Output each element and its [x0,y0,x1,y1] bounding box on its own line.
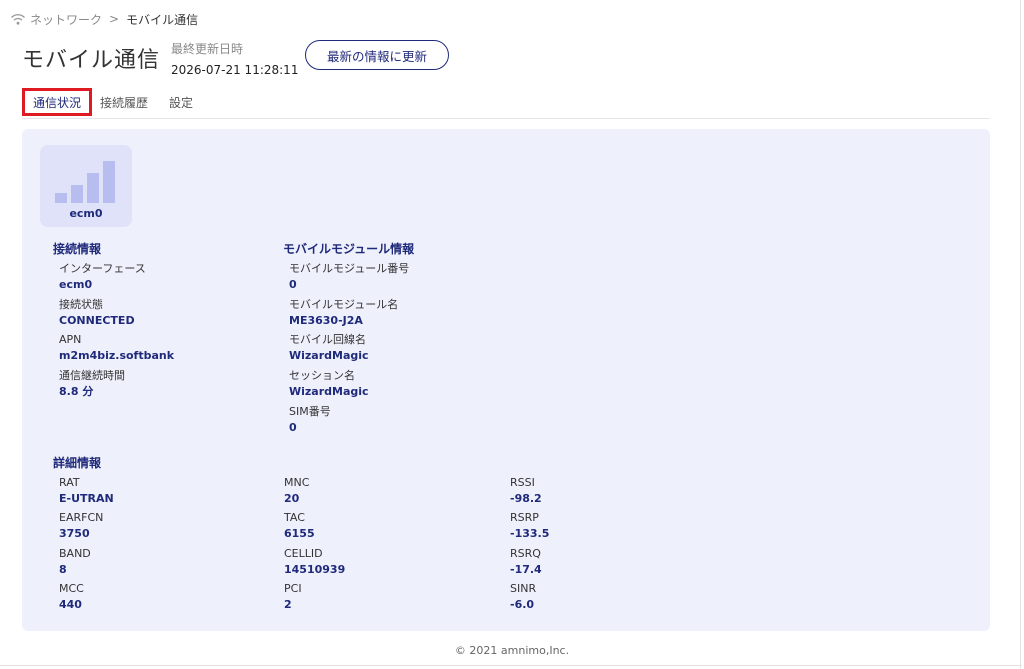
field-value: 0 [289,421,297,434]
breadcrumb-current: モバイル通信 [126,12,199,27]
field-module-name: モバイルモジュール名 ME3630-J2A [289,297,499,328]
field-connection-state: 接続状態 CONNECTED [59,297,269,328]
breadcrumb: ネットワーク > モバイル通信 [10,10,198,28]
field-value: 8 [59,563,67,576]
field-value: 3750 [59,527,90,540]
field-line-name: モバイル回線名 WizardMagic [289,332,499,363]
field-label: TAC [284,511,305,524]
last-updated-label: 最終更新日時 [171,42,244,56]
field-earfcn: EARFCN 3750 [59,510,269,541]
field-label: RSRP [510,511,539,524]
field-value: 0 [289,278,297,291]
field-label: RAT [59,476,80,489]
field-label: モバイルモジュール番号 [289,262,410,275]
field-label: BAND [59,547,91,560]
field-label: RSRQ [510,547,541,560]
field-sinr: SINR -6.0 [510,581,720,612]
breadcrumb-separator: > [109,12,120,26]
field-value: m2m4biz.softbank [59,349,175,362]
field-label: EARFCN [59,511,104,524]
field-sim-number: SIM番号 0 [289,404,499,435]
field-apn: APN m2m4biz.softbank [59,332,269,363]
field-value: E-UTRAN [59,492,114,505]
field-value: -6.0 [510,598,535,611]
tab-settings[interactable]: 設定 [164,88,198,116]
module-info-title: モバイルモジュール情報 [283,242,415,256]
field-pci: PCI 2 [284,581,494,612]
tab-history[interactable]: 接続履歴 [96,88,152,116]
field-label: セッション名 [289,369,355,382]
window-edge-right [1020,0,1021,669]
refresh-button[interactable]: 最新の情報に更新 [305,40,449,70]
field-label: 接続状態 [59,298,103,311]
field-session-name: セッション名 WizardMagic [289,368,499,399]
field-label: SIM番号 [289,405,331,418]
field-label: モバイル回線名 [289,333,366,346]
tab-status[interactable]: 通信状況 [22,88,92,116]
page-title: モバイル通信 [22,48,161,73]
field-value: ecm0 [59,278,93,291]
breadcrumb-network-link[interactable]: ネットワーク [30,11,102,28]
field-tac: TAC 6155 [284,510,494,541]
field-duration: 通信継続時間 8.8 分 [59,368,269,399]
field-value: WizardMagic [289,385,369,398]
last-updated-value: 2026-07-21 11:28:11 [171,63,299,77]
field-band: BAND 8 [59,546,269,577]
field-value: 6155 [284,527,315,540]
field-rsrq: RSRQ -17.4 [510,546,720,577]
field-value: 440 [59,598,82,611]
field-value: -98.2 [510,492,542,505]
field-label: RSSI [510,476,535,489]
field-interface: インターフェース ecm0 [59,261,269,292]
field-cellid: CELLID 14510939 [284,546,494,577]
footer-copyright: © 2021 amnimo,Inc. [454,644,570,657]
field-label: 通信継続時間 [59,369,125,382]
field-label: CELLID [284,547,323,560]
status-panel: ecm0 接続情報 インターフェース ecm0 接続状態 CONNECTED A… [22,129,990,631]
field-label: インターフェース [59,262,146,275]
field-rat: RAT E-UTRAN [59,475,269,506]
field-value: WizardMagic [289,349,369,362]
field-mnc: MNC 20 [284,475,494,506]
field-value: ME3630-J2A [289,314,363,327]
wifi-icon [10,12,26,26]
connection-info-title: 接続情報 [53,242,102,256]
field-value: 8.8 分 [59,385,94,398]
field-mcc: MCC 440 [59,581,269,612]
details-info-title: 詳細情報 [53,456,102,470]
field-module-number: モバイルモジュール番号 0 [289,261,499,292]
field-rssi: RSSI -98.2 [510,475,720,506]
field-label: APN [59,333,82,346]
field-value: 20 [284,492,300,505]
field-value: -17.4 [510,563,542,576]
field-label: モバイルモジュール名 [289,298,399,311]
window-edge-bottom [0,665,1022,666]
device-name: ecm0 [69,207,103,220]
field-value: -133.5 [510,527,550,540]
tab-bar: 通信状況 接続履歴 設定 [22,88,990,119]
field-value: CONNECTED [59,314,135,327]
field-label: MCC [59,582,84,595]
field-label: SINR [510,582,537,595]
field-value: 14510939 [284,563,346,576]
field-value: 2 [284,598,292,611]
field-label: PCI [284,582,302,595]
signal-bars-icon [55,161,117,203]
field-label: MNC [284,476,310,489]
device-card[interactable]: ecm0 [40,145,132,227]
field-rsrp: RSRP -133.5 [510,510,720,541]
